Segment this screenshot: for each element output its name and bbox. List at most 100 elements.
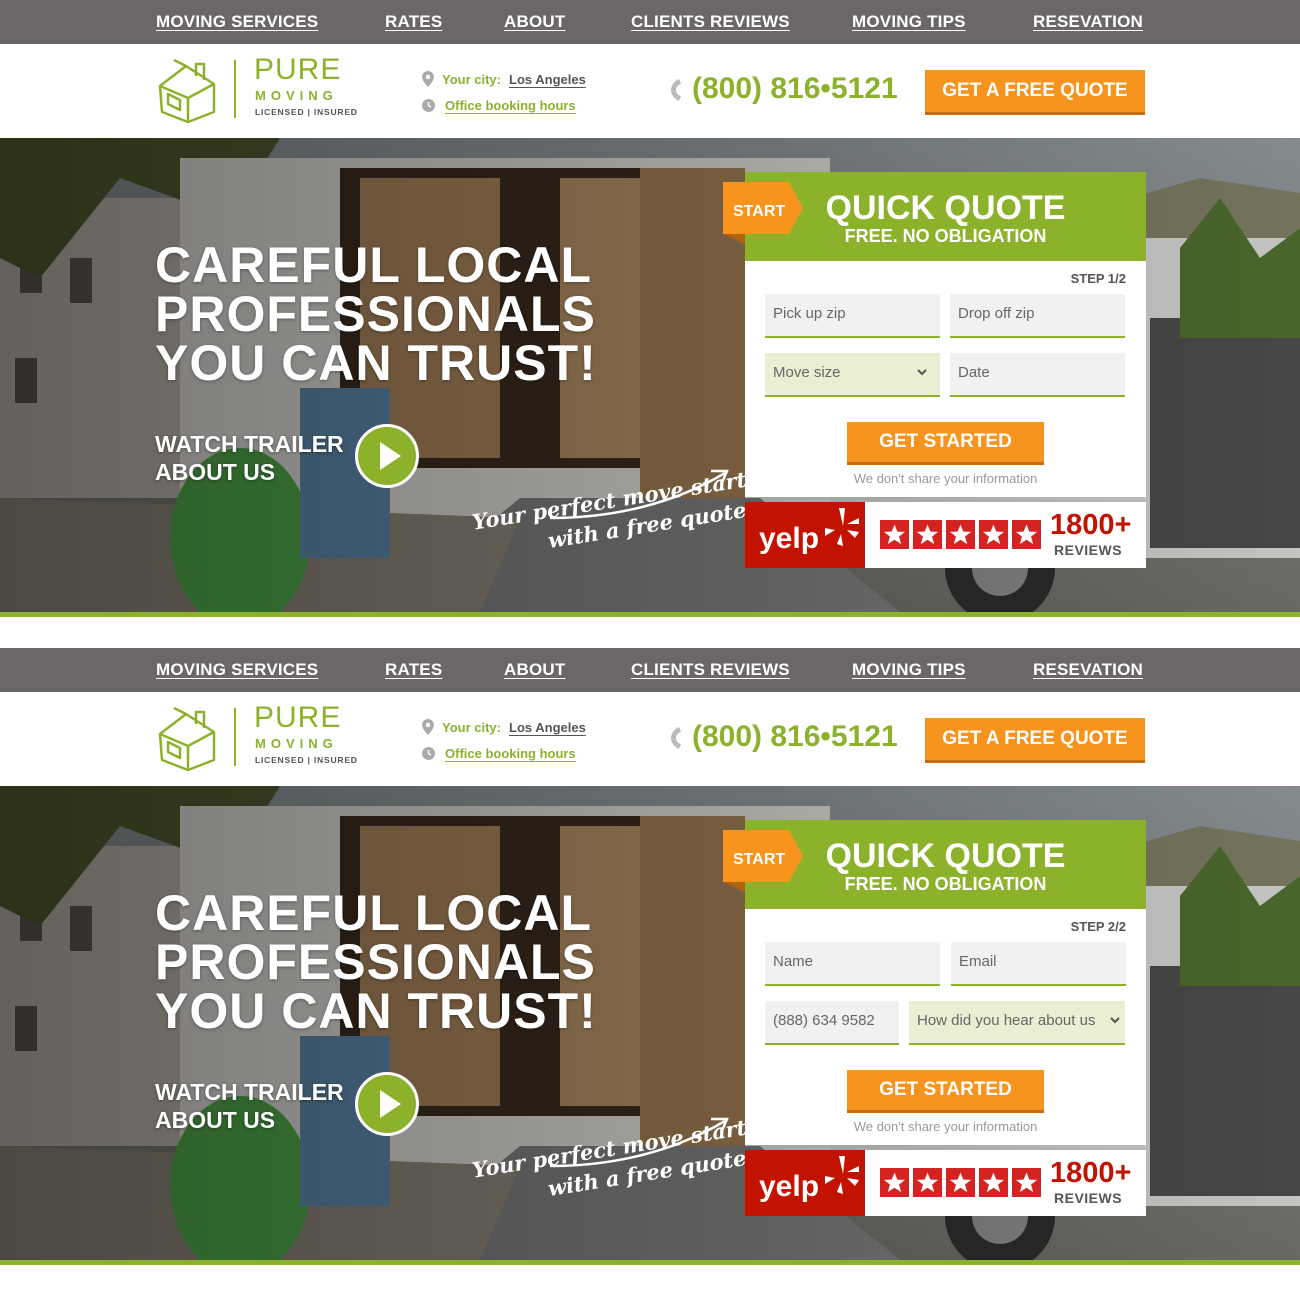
star-icon [1012,1168,1041,1197]
start-ribbon: START [723,182,803,244]
green-divider [0,1260,1300,1265]
quote-form-header: QUICK QUOTE FREE. NO OBLIGATION [745,820,1146,909]
trailer-line-2: ABOUT US [155,459,276,485]
get-started-button[interactable]: GET STARTED [847,1070,1044,1110]
logo-licensed: LICENSED | INSURED [255,107,358,117]
move-size-value: Move size [773,364,841,381]
play-icon [380,442,401,470]
logo-licensed: LICENSED | INSURED [255,755,358,765]
logo-tagline: MOVING [255,88,338,103]
star-icon [1012,520,1041,549]
headline-line-3: YOU CAN TRUST! [155,983,597,1039]
watch-trailer-link[interactable]: WATCH TRAILER ABOUT US [155,430,344,486]
start-ribbon: START [723,830,803,892]
nav-moving-tips[interactable]: MOVING TIPS [852,660,966,680]
quick-quote-form: QUICK QUOTE FREE. NO OBLIGATION START ST… [723,172,1146,497]
referral-source-value: How did you hear about us [917,1012,1096,1029]
clock-icon [422,747,435,760]
city-label: Your city: [442,72,501,87]
nav-rates[interactable]: RATES [385,660,442,680]
house-box-logo-icon [158,58,216,124]
play-button[interactable] [355,1072,419,1136]
review-count: 1800+ [1050,1157,1132,1189]
trailer-line-1: WATCH TRAILER [155,431,344,457]
headline-line-2: PROFESSIONALS [155,286,596,342]
nav-clients-reviews[interactable]: CLIENTS REVIEWS [631,12,790,32]
yelp-reviews-badge[interactable]: yelp 1800+ REVIEWS [745,502,1146,568]
headline-line-3: YOU CAN TRUST! [155,335,597,391]
svg-text:yelp: yelp [759,522,819,555]
star-icon [913,1168,942,1197]
yelp-logo: yelp [745,502,865,568]
referral-source-select[interactable]: How did you hear about us [909,1001,1125,1045]
star-icon [946,1168,975,1197]
privacy-note: We don't share your information [853,1119,1038,1134]
booking-hours-link[interactable]: Office booking hours [445,98,576,113]
nav-moving-services[interactable]: MOVING SERVICES [156,12,318,32]
play-icon [380,1090,401,1118]
top-nav: MOVING SERVICES RATES ABOUT CLIENTS REVI… [0,0,1300,44]
reviews-label: REVIEWS [1054,542,1123,558]
quote-step-1-section: MOVING SERVICES RATES ABOUT CLIENTS REVI… [0,0,1300,620]
phone-icon [671,727,681,749]
hero-headline: CAREFUL LOCAL PROFESSIONALS YOU CAN TRUS… [155,237,597,391]
site-header: PURE MOVING LICENSED | INSURED Your city… [0,44,1300,138]
nav-about[interactable]: ABOUT [504,660,565,680]
move-size-select[interactable]: Move size [765,353,940,397]
svg-text:yelp: yelp [759,1170,819,1203]
yelp-logo: yelp [745,1150,865,1216]
chevron-down-icon [1110,1017,1120,1024]
dropoff-zip-input[interactable]: Drop off zip [950,294,1125,338]
star-icon [979,520,1008,549]
nav-clients-reviews[interactable]: CLIENTS REVIEWS [631,660,790,680]
free-quote-button[interactable]: GET A FREE QUOTE [925,70,1145,112]
phone-input[interactable]: (888) 634 9582 [765,1001,899,1045]
privacy-note: We don't share your information [853,471,1038,486]
star-icon [880,1168,909,1197]
nav-reservation[interactable]: RESEVATION [1033,660,1143,680]
city-value[interactable]: Los Angeles [509,72,586,87]
get-started-button[interactable]: GET STARTED [847,422,1044,462]
star-icon [913,520,942,549]
review-count: 1800+ [1050,509,1132,541]
quote-subtitle: FREE. NO OBLIGATION [844,226,1047,246]
yelp-reviews-badge[interactable]: yelp 1800+ REVIEWS [745,1150,1146,1216]
logo-separator [234,60,236,118]
nav-moving-services[interactable]: MOVING SERVICES [156,660,318,680]
start-label: START [733,203,786,220]
headline-line-1: CAREFUL LOCAL [155,237,593,293]
nav-moving-tips[interactable]: MOVING TIPS [852,12,966,32]
star-icon [946,520,975,549]
booking-hours-link[interactable]: Office booking hours [445,746,576,761]
logo-wordmark: PURE [254,53,342,86]
free-quote-button[interactable]: GET A FREE QUOTE [925,718,1145,760]
city-value[interactable]: Los Angeles [509,720,586,735]
pickup-zip-input[interactable]: Pick up zip [765,294,940,338]
date-input[interactable]: Date [950,353,1125,397]
logo-tagline: MOVING [255,736,338,751]
name-input[interactable]: Name [765,942,940,986]
logo-wordmark: PURE [254,701,342,734]
hero-banner: CAREFUL LOCAL PROFESSIONALS YOU CAN TRUS… [0,138,1300,612]
quote-title: QUICK QUOTE [825,837,1066,875]
email-input[interactable]: Email [951,942,1126,986]
play-button[interactable] [355,424,419,488]
watch-trailer-link[interactable]: WATCH TRAILER ABOUT US [155,1078,344,1134]
hero-headline: CAREFUL LOCAL PROFESSIONALS YOU CAN TRUS… [155,888,597,1039]
hero-banner: CAREFUL LOCAL PROFESSIONALS YOU CAN TRUS… [0,786,1300,1260]
logo-separator [234,708,236,766]
nav-about[interactable]: ABOUT [504,12,565,32]
city-label: Your city: [442,720,501,735]
trailer-line-2: ABOUT US [155,1107,276,1133]
headline-line-2: PROFESSIONALS [155,934,596,990]
nav-rates[interactable]: RATES [385,12,442,32]
top-nav: MOVING SERVICES RATES ABOUT CLIENTS REVI… [0,648,1300,692]
nav-reservation[interactable]: RESEVATION [1033,12,1143,32]
quote-step-2-section: MOVING SERVICES RATES ABOUT CLIENTS REVI… [0,648,1300,1268]
quote-title: QUICK QUOTE [825,189,1066,227]
star-icon [979,1168,1008,1197]
chevron-down-icon [917,369,927,376]
star-icon [880,520,909,549]
reviews-label: REVIEWS [1054,1190,1123,1206]
map-pin-icon [422,71,434,87]
